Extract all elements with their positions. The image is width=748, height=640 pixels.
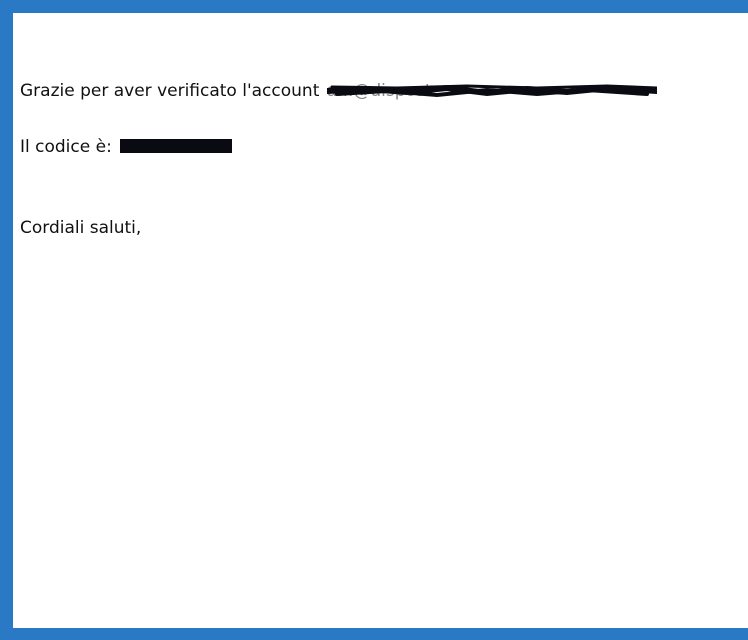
code-label: Il codice è:	[20, 137, 112, 157]
code-line: Il codice è:	[20, 137, 233, 157]
redacted-email-address: a...@dispost...	[326, 82, 657, 100]
closing-line: Cordiali saluti,	[20, 218, 142, 238]
verification-line: Grazie per aver verificato l'account a..…	[20, 81, 657, 101]
verification-text: Grazie per aver verificato l'account	[20, 81, 320, 101]
email-body: Grazie per aver verificato l'account a..…	[13, 13, 748, 628]
redacted-code	[120, 139, 233, 153]
redaction-scribble	[326, 84, 657, 98]
email-frame: Grazie per aver verificato l'account a..…	[0, 0, 748, 640]
